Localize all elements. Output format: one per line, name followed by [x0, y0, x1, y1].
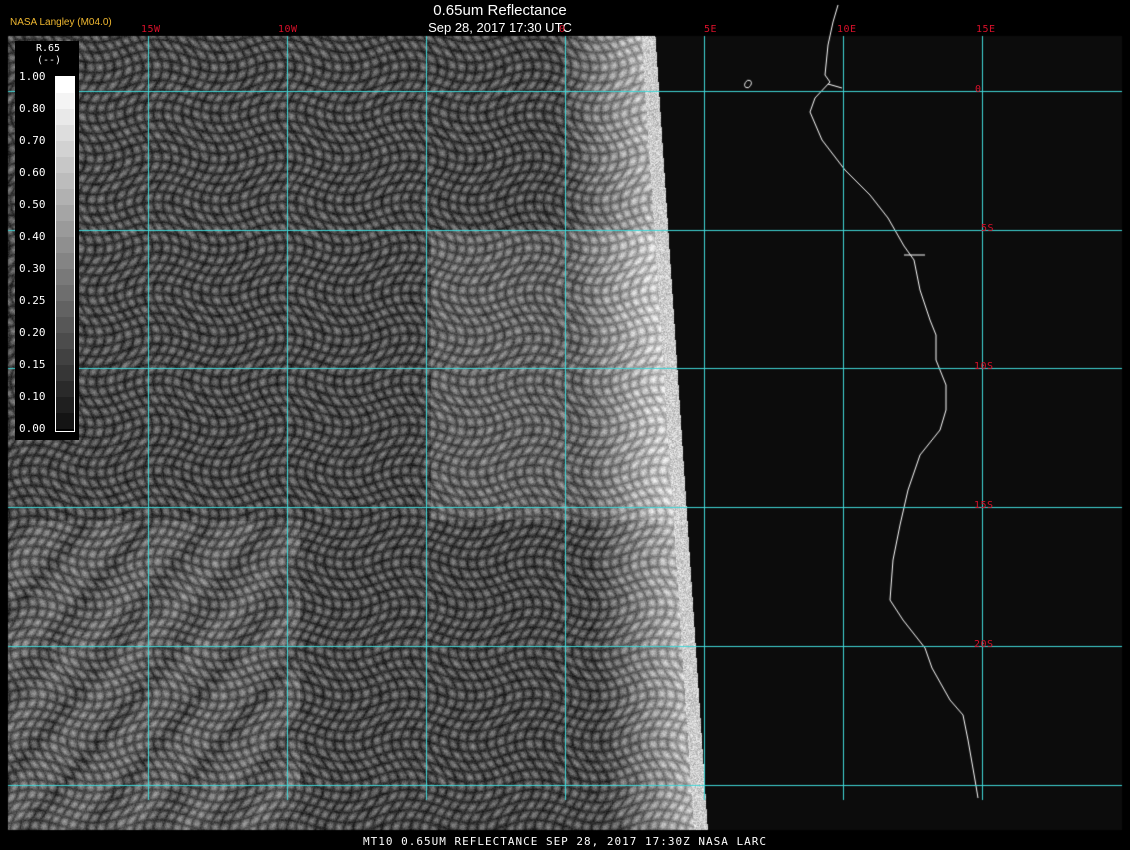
colorbar-tick: 0.00 — [19, 422, 46, 435]
lon-label-10w: 10W — [278, 24, 298, 35]
lat-label-0: 0 — [975, 84, 982, 95]
colorbar-unit: (--) — [37, 55, 62, 66]
lon-label-15e: 15E — [976, 24, 996, 35]
lon-label-5e: 5E — [704, 24, 718, 35]
colorbar: R.65 (--) 1.00 0.80 0.70 0.60 0.50 0.40 … — [15, 41, 79, 440]
lat-label-20s: 20S — [974, 639, 994, 650]
lon-label-10e: 10E — [837, 24, 857, 35]
colorbar-tick: 0.15 — [19, 358, 46, 371]
colorbar-tick: 0.50 — [19, 198, 46, 211]
map-title: 0.65um Reflectance — [433, 2, 567, 19]
colorbar-tick: 0.70 — [19, 134, 46, 147]
colorbar-outline — [55, 76, 75, 432]
organization-label: NASA Langley (M04.0) — [10, 17, 112, 28]
lat-label-10s: 10S — [974, 361, 994, 372]
colorbar-parameter: R.65 — [36, 43, 61, 54]
colorbar-tick: 0.60 — [19, 166, 46, 179]
lon-label-15w: 15W — [141, 24, 161, 35]
colorbar-tick: 1.00 — [19, 70, 46, 83]
lat-label-5s: 5S — [981, 223, 995, 234]
colorbar-tick: 0.10 — [19, 390, 46, 403]
lat-label-15s: 15S — [974, 500, 994, 511]
colorbar-tick: 0.40 — [19, 230, 46, 243]
colorbar-tick: 0.30 — [19, 262, 46, 275]
colorbar-tick: 0.80 — [19, 102, 46, 115]
lon-label-0: 0 — [559, 24, 566, 35]
colorbar-tick: 0.20 — [19, 326, 46, 339]
satellite-reflectance-map — [0, 0, 1130, 850]
footer-caption: MT10 0.65UM REFLECTANCE SEP 28, 2017 17:… — [363, 835, 767, 848]
colorbar-tick: 0.25 — [19, 294, 46, 307]
